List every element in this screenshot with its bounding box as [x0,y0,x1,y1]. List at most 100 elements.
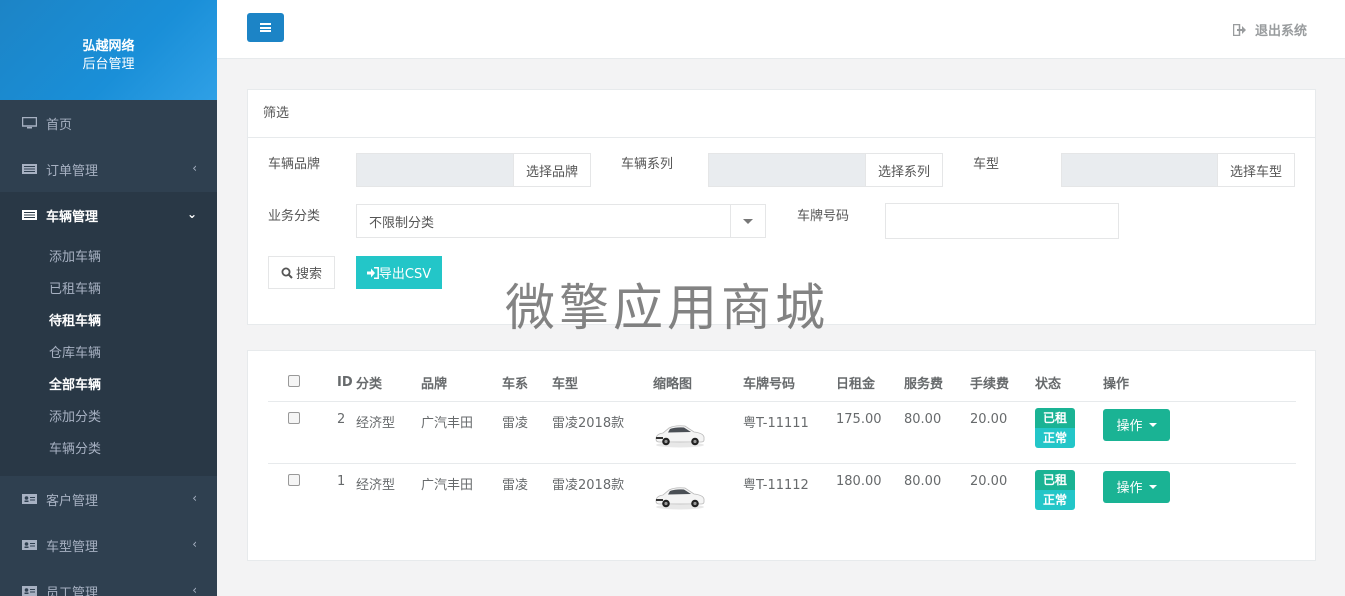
caret-down-icon [1148,484,1157,489]
cell-series: 雷凌 [502,401,552,464]
table-header-row: ID 分类 品牌 车系 车型 缩略图 车牌号码 日租金 服务费 手续费 状态 操… [268,365,1296,402]
search-button[interactable]: 搜索 [268,256,335,289]
column-header: 服务费 [904,365,970,402]
row-checkbox[interactable] [288,411,300,424]
column-header: 日租金 [836,365,904,402]
submenu-item-add-category[interactable]: 添加分类 [0,402,217,434]
column-header: 操作 [1103,365,1296,402]
sidebar: 弘越网络 后台管理 首页 订单管理 ‹ 车辆管理 ⌄ 添加车辆 已租车辆 待租车… [0,0,217,596]
model-field [1061,153,1219,187]
column-header: 缩略图 [653,365,743,402]
vehicle-table-panel: ID 分类 品牌 车系 车型 缩略图 车牌号码 日租金 服务费 手续费 状态 操… [247,350,1316,561]
submenu-item-vehicle-categories[interactable]: 车辆分类 [0,434,217,466]
cell-status: 已租 正常 [1035,463,1103,525]
sidebar-toggle-button[interactable] [247,13,284,42]
action-label: 操作 [1116,481,1143,496]
brand-name: 弘越网络 [82,39,135,54]
filter-title: 筛选 [248,90,1315,138]
row-select-cell [268,401,316,464]
sidebar-item-vehicles[interactable]: 车辆管理 ⌄ [0,192,217,238]
cell-thumbnail [653,463,743,525]
brand-header: 弘越网络 后台管理 [0,0,217,100]
sidebar-item-label: 车辆管理 [46,209,99,225]
select-all-cell [268,365,316,402]
select-all-checkbox[interactable] [288,374,300,387]
cell-plate: 粤T-11111 [743,401,836,464]
rented-badge: 已租 [1035,469,1075,490]
submenu-item-warehouse-vehicles[interactable]: 仓库车辆 [0,338,217,370]
cell-id: 2 [316,401,356,464]
top-navbar: 退出系统 [217,0,1345,59]
id-card-icon [22,540,37,550]
series-field [708,153,866,187]
normal-badge: 正常 [1035,427,1075,448]
car-thumbnail[interactable] [653,482,707,510]
cell-plate: 粤T-11112 [743,477,809,493]
plate-label: 车牌号码 [797,209,850,224]
id-card-icon [22,586,37,596]
sign-out-icon [1232,23,1246,36]
brand-label: 车辆品牌 [268,157,321,172]
column-header: 状态 [1035,365,1103,402]
select-brand-button[interactable]: 选择品牌 [513,153,591,187]
search-button-label: 搜索 [295,267,322,282]
row-checkbox[interactable] [288,473,300,486]
export-csv-button[interactable]: 导出CSV [356,256,442,289]
cell-brand: 广汽丰田 [421,477,474,493]
select-model-button[interactable]: 选择车型 [1217,153,1295,187]
sidebar-item-customers[interactable]: 客户管理 ‹ [0,476,217,522]
select-series-button[interactable]: 选择系列 [865,153,943,187]
vehicle-table: ID 分类 品牌 车系 车型 缩略图 车牌号码 日租金 服务费 手续费 状态 操… [268,365,1296,525]
caret-down-icon [1148,422,1157,427]
cell-model: 雷凌2018款 [552,477,625,493]
category-select-value: 不限制分类 [369,215,435,231]
sign-in-icon [366,266,379,279]
plate-input[interactable] [885,203,1119,239]
cell-model: 雷凌2018款 [552,401,653,464]
series-label: 车辆系列 [621,157,674,172]
sidebar-item-orders[interactable]: 订单管理 ‹ [0,146,217,192]
search-icon [281,267,293,279]
sidebar-item-home[interactable]: 首页 [0,100,217,146]
rented-badge: 已租 [1035,407,1075,428]
vehicle-submenu: 添加车辆 已租车辆 待租车辆 仓库车辆 全部车辆 添加分类 车辆分类 [0,238,217,476]
monitor-icon [22,117,37,129]
column-header: ID [316,365,356,402]
status-badge: 已租 正常 [1035,407,1075,448]
column-header: 分类 [356,365,421,402]
chevron-left-icon: ‹ [192,491,197,505]
sidebar-item-staff[interactable]: 员工管理 ‹ [0,568,217,596]
action-dropdown-button[interactable]: 操作 [1103,408,1170,441]
sidebar-item-label: 员工管理 [46,585,99,596]
submenu-item-rented-vehicles[interactable]: 已租车辆 [0,274,217,306]
submenu-item-available-vehicles[interactable]: 待租车辆 [0,306,217,338]
table-row: 1 经济型 广汽丰田 雷凌 雷凌2018款 粤T-11112 180.00 80… [268,463,1296,525]
column-header: 车牌号码 [743,365,836,402]
cell-id: 1 [337,473,346,489]
column-header: 手续费 [970,365,1035,402]
list-icon [22,164,37,174]
cell-status: 已租 正常 [1035,401,1103,464]
sidebar-item-label: 车型管理 [46,539,99,555]
chevron-left-icon: ‹ [192,537,197,551]
status-badge: 已租 正常 [1035,469,1075,510]
model-label: 车型 [973,157,1000,172]
action-dropdown-button[interactable]: 操作 [1103,470,1170,503]
brand-field [356,153,514,187]
column-header: 品牌 [421,365,502,402]
sidebar-item-label: 首页 [46,117,73,133]
column-header: 车系 [502,365,552,402]
cell-daily-rent: 180.00 [836,473,882,489]
logout-label: 退出系统 [1254,24,1307,39]
logout-link[interactable]: 退出系统 [1232,20,1307,39]
cell-series: 雷凌 [502,477,529,493]
chevron-down-icon: ⌄ [186,207,197,221]
sidebar-item-car-models[interactable]: 车型管理 ‹ [0,522,217,568]
normal-badge: 正常 [1035,489,1075,510]
submenu-item-add-vehicle[interactable]: 添加车辆 [0,242,217,274]
submenu-item-all-vehicles[interactable]: 全部车辆 [0,370,217,402]
car-thumbnail[interactable] [653,420,707,448]
category-select[interactable]: 不限制分类 [356,204,766,238]
chevron-left-icon: ‹ [192,583,197,596]
sidebar-item-label: 订单管理 [46,163,99,179]
